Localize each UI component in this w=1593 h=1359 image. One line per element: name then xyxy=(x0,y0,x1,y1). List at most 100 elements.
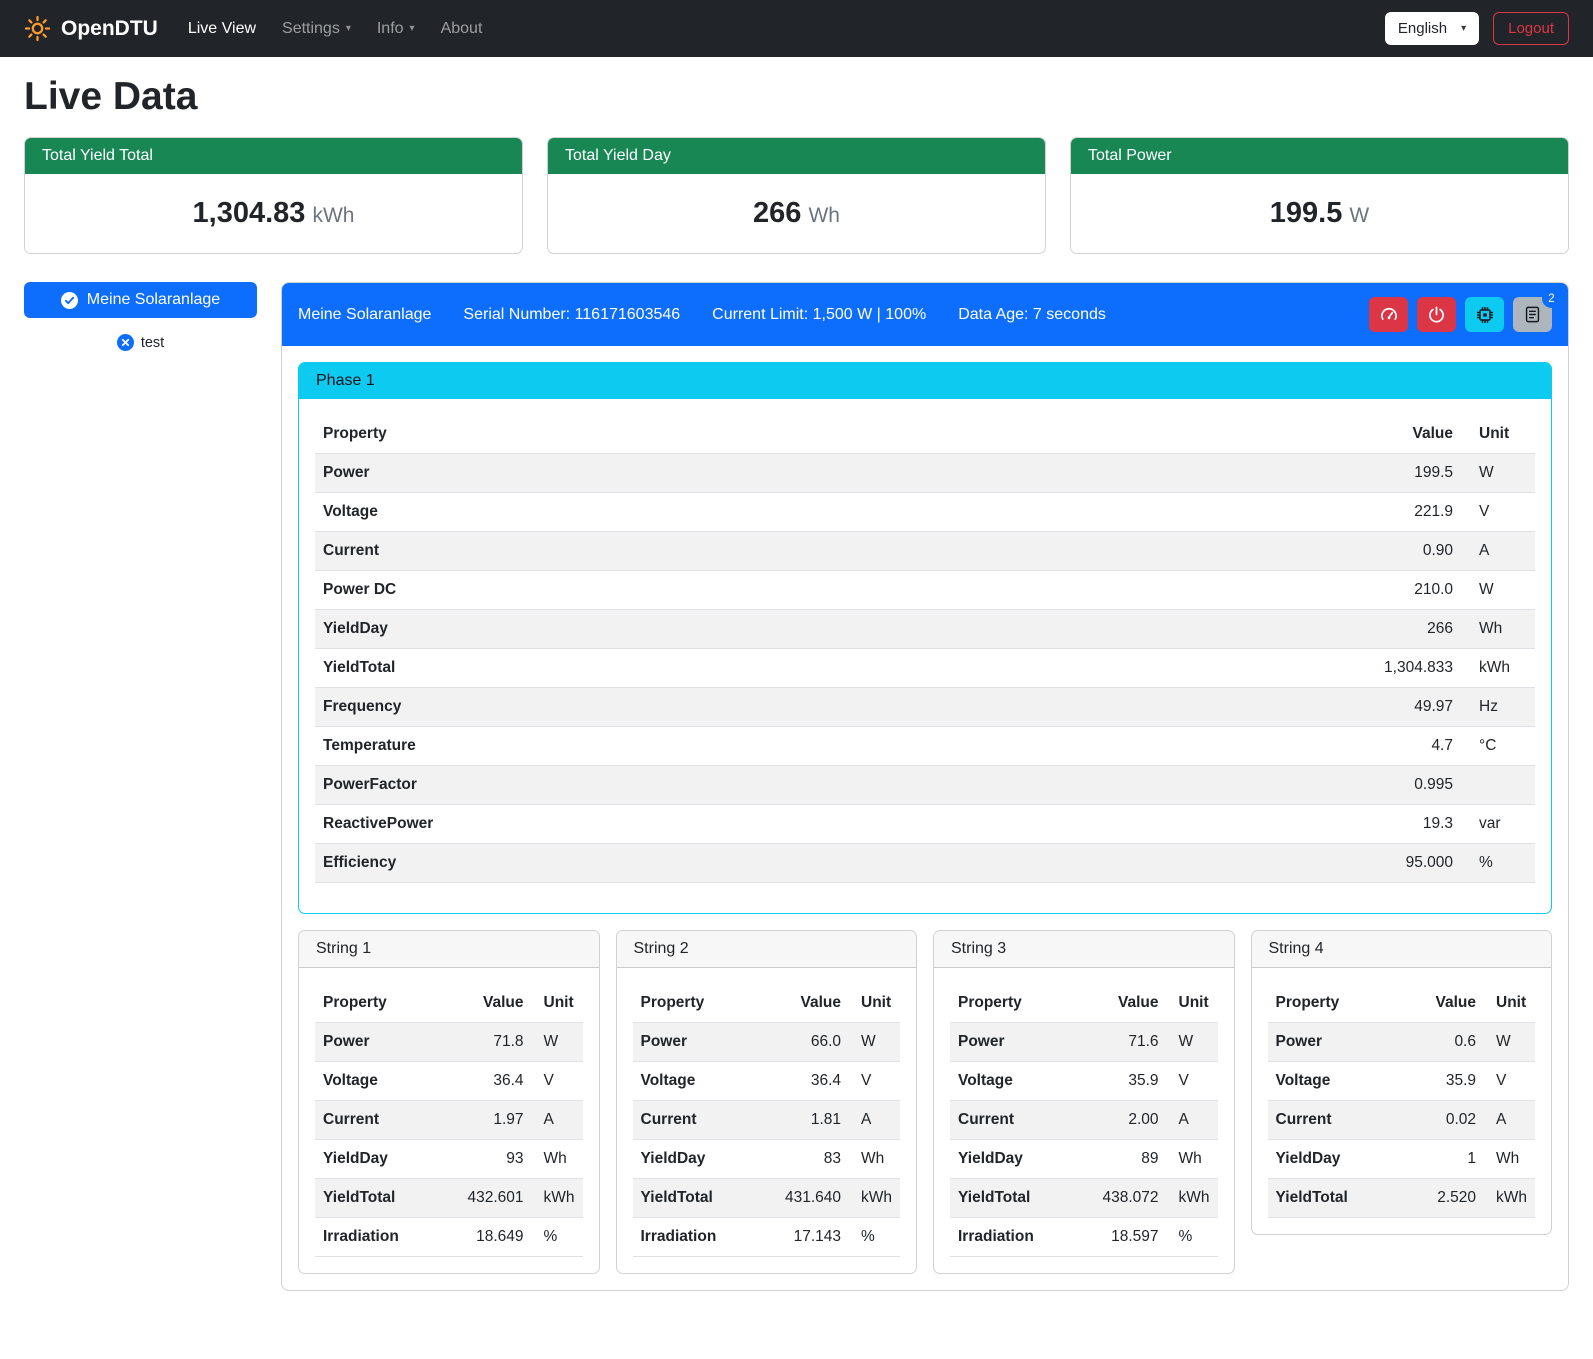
property-cell: Efficiency xyxy=(315,844,1000,883)
inverter-select-button[interactable]: Meine Solaranlage xyxy=(24,282,257,318)
nav-item-live-view[interactable]: Live View xyxy=(188,20,256,38)
string-card-header: String 2 xyxy=(617,931,917,968)
property-header: Property xyxy=(315,415,1000,454)
nav-item-settings[interactable]: Settings ▾ xyxy=(282,20,351,38)
inverter-name: Meine Solaranlage xyxy=(298,306,431,324)
card-total-yield-day: Total Yield Day 266Wh xyxy=(547,137,1046,254)
table-header-row: Property Value Unit xyxy=(315,415,1535,454)
nav-item-label: Settings xyxy=(282,20,340,38)
unit-cell: V xyxy=(1461,493,1535,532)
table-row: Current0.02A xyxy=(1268,1101,1536,1140)
logout-button[interactable]: Logout xyxy=(1493,12,1569,45)
chevron-down-icon: ▾ xyxy=(1461,24,1466,34)
value-cell: 1 xyxy=(1400,1140,1484,1179)
event-log-button[interactable]: 2 xyxy=(1513,297,1552,332)
property-header: Property xyxy=(1268,984,1400,1023)
phase-table: Property Value Unit Power199.5WVoltage22… xyxy=(315,415,1535,883)
table-row: Power DC210.0W xyxy=(315,571,1535,610)
card-value: 199.5 xyxy=(1270,197,1343,229)
string-table: Property Value Unit Power0.6WVoltage35.9… xyxy=(1268,984,1536,1218)
table-row: Frequency49.97Hz xyxy=(315,688,1535,727)
value-cell: 0.6 xyxy=(1400,1023,1484,1062)
value-cell: 95.000 xyxy=(1000,844,1461,883)
unit-cell: kWh xyxy=(532,1179,583,1218)
unit-cell: Wh xyxy=(1461,610,1535,649)
value-cell: 36.4 xyxy=(754,1062,849,1101)
value-cell: 0.02 xyxy=(1400,1101,1484,1140)
value-cell: 35.9 xyxy=(1400,1062,1484,1101)
check-circle-icon xyxy=(61,292,78,309)
value-cell: 432.601 xyxy=(436,1179,531,1218)
table-row: Voltage35.9V xyxy=(950,1062,1218,1101)
property-cell: Voltage xyxy=(633,1062,754,1101)
property-cell: Current xyxy=(315,1101,436,1140)
nav-item-about[interactable]: About xyxy=(441,20,483,38)
value-cell: 2.00 xyxy=(1071,1101,1166,1140)
property-cell: Current xyxy=(1268,1101,1400,1140)
unit-cell: V xyxy=(532,1062,583,1101)
property-cell: Irradiation xyxy=(950,1218,1071,1257)
value-cell: 89 xyxy=(1071,1140,1166,1179)
nav-links: Live View Settings ▾ Info ▾ About xyxy=(188,20,483,38)
language-select[interactable]: English ▾ xyxy=(1385,12,1479,45)
string-card-body: Property Value Unit Power0.6WVoltage35.9… xyxy=(1252,968,1552,1234)
string-card-header: String 4 xyxy=(1252,931,1552,968)
chevron-down-icon: ▾ xyxy=(346,24,351,34)
phase-card: Phase 1 Property Value Unit Power199.5WV… xyxy=(298,362,1552,914)
table-row: YieldDay83Wh xyxy=(633,1140,901,1179)
nav-item-label: About xyxy=(441,20,483,38)
table-row: YieldTotal438.072kWh xyxy=(950,1179,1218,1218)
unit-cell: V xyxy=(1484,1062,1535,1101)
unit-cell: % xyxy=(1461,844,1535,883)
limit-settings-button[interactable] xyxy=(1369,297,1408,332)
table-header-row: Property Value Unit xyxy=(315,984,583,1023)
table-row: Voltage221.9V xyxy=(315,493,1535,532)
property-cell: YieldDay xyxy=(315,1140,436,1179)
string-table: Property Value Unit Power66.0WVoltage36.… xyxy=(633,984,901,1257)
table-header-row: Property Value Unit xyxy=(633,984,901,1023)
brand[interactable]: OpenDTU xyxy=(24,15,158,42)
unit-cell xyxy=(1461,766,1535,805)
inverter-panel: Meine Solaranlage Serial Number: 1161716… xyxy=(281,282,1569,1291)
property-cell: YieldDay xyxy=(315,610,1000,649)
value-cell: 1.97 xyxy=(436,1101,531,1140)
table-row: YieldTotal432.601kWh xyxy=(315,1179,583,1218)
property-header: Property xyxy=(315,984,436,1023)
property-cell: YieldDay xyxy=(633,1140,754,1179)
property-cell: YieldTotal xyxy=(633,1179,754,1218)
inverter-serial: Serial Number: 116171603546 xyxy=(463,306,680,324)
phase-card-body: Property Value Unit Power199.5WVoltage22… xyxy=(299,399,1551,913)
value-cell: 66.0 xyxy=(754,1023,849,1062)
table-row: YieldDay89Wh xyxy=(950,1140,1218,1179)
value-cell: 18.649 xyxy=(436,1218,531,1257)
test-inverter-item[interactable]: test xyxy=(24,334,257,351)
power-toggle-button[interactable] xyxy=(1417,297,1456,332)
main-layout: Meine Solaranlage test Meine Solaranlage… xyxy=(24,282,1569,1311)
property-cell: Voltage xyxy=(315,493,1000,532)
string-card-2: String 2 Property Value Unit xyxy=(616,930,918,1274)
value-cell: 93 xyxy=(436,1140,531,1179)
nav-item-label: Info xyxy=(377,20,404,38)
card-total-power: Total Power 199.5W xyxy=(1070,137,1569,254)
table-row: Current0.90A xyxy=(315,532,1535,571)
value-cell: 4.7 xyxy=(1000,727,1461,766)
value-cell: 0.995 xyxy=(1000,766,1461,805)
string-card-4: String 4 Property Value Unit xyxy=(1251,930,1553,1235)
nav-item-info[interactable]: Info ▾ xyxy=(377,20,415,38)
value-cell: 18.597 xyxy=(1071,1218,1166,1257)
table-row: PowerFactor0.995 xyxy=(315,766,1535,805)
table-row: Voltage36.4V xyxy=(315,1062,583,1101)
property-cell: Power xyxy=(1268,1023,1400,1062)
value-cell: 431.640 xyxy=(754,1179,849,1218)
card-header: Total Yield Total xyxy=(25,138,522,174)
unit-cell: Hz xyxy=(1461,688,1535,727)
property-cell: Voltage xyxy=(315,1062,436,1101)
device-info-button[interactable] xyxy=(1465,297,1504,332)
inverter-limit: Current Limit: 1,500 W | 100% xyxy=(712,306,926,324)
value-cell: 199.5 xyxy=(1000,454,1461,493)
property-cell: Power xyxy=(950,1023,1071,1062)
x-circle-icon[interactable] xyxy=(117,334,134,351)
table-row: Power66.0W xyxy=(633,1023,901,1062)
table-row: YieldDay266Wh xyxy=(315,610,1535,649)
property-cell: Power xyxy=(633,1023,754,1062)
